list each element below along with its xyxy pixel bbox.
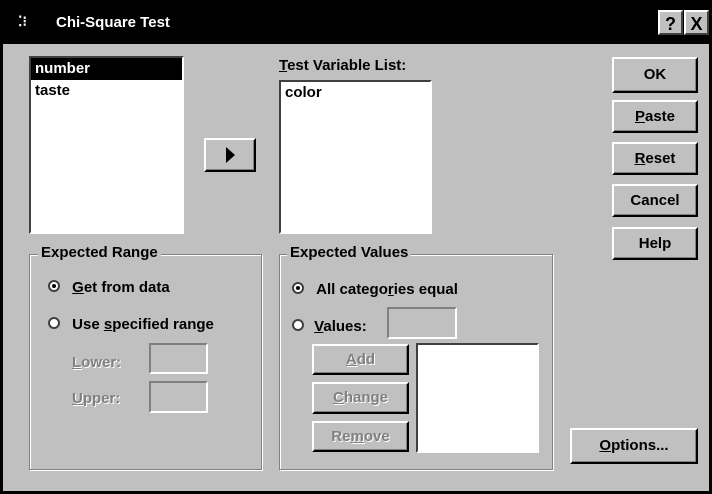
change-button: Change (312, 382, 409, 414)
add-button: Add (312, 344, 409, 375)
list-item[interactable]: taste (31, 80, 182, 102)
system-menu-icon[interactable]: ⁚⁝ (18, 13, 27, 30)
lower-label: Lower: (72, 354, 122, 371)
remove-button: Remove (312, 421, 409, 452)
ok-button[interactable]: OK (612, 57, 698, 93)
arrow-right-icon (226, 147, 235, 163)
expected-values-list[interactable] (416, 343, 539, 453)
paste-button[interactable]: Paste (612, 100, 698, 133)
source-variable-list[interactable]: number taste (29, 56, 184, 234)
values-option[interactable]: Values: (292, 318, 367, 335)
expected-values-legend: Expected Values (287, 244, 412, 261)
use-specified-range-option[interactable]: Use specified range (48, 316, 214, 333)
test-variable-label: Test Variable List: (279, 57, 407, 74)
radio-selected-icon[interactable] (48, 280, 60, 292)
radio-unselected-icon[interactable] (292, 319, 304, 331)
move-variable-button[interactable] (204, 138, 256, 172)
close-icon[interactable]: X (684, 10, 709, 35)
reset-button[interactable]: Reset (612, 142, 698, 175)
all-categories-equal-option[interactable]: All categories equal (292, 281, 458, 298)
cancel-button[interactable]: Cancel (612, 184, 698, 217)
help-button[interactable]: Help (612, 227, 698, 260)
options-button[interactable]: Options... (570, 428, 698, 464)
expected-range-legend: Expected Range (38, 244, 161, 261)
help-title-button[interactable]: ? (658, 10, 683, 35)
list-item[interactable]: number (31, 58, 182, 80)
lower-input[interactable] (149, 343, 208, 374)
window-title: Chi-Square Test (56, 14, 170, 31)
upper-label: Upper: (72, 390, 121, 407)
values-input[interactable] (387, 307, 457, 339)
radio-selected-icon[interactable] (292, 282, 304, 294)
get-from-data-option[interactable]: Get from data (48, 279, 170, 296)
radio-unselected-icon[interactable] (48, 317, 60, 329)
upper-input[interactable] (149, 381, 208, 413)
list-item[interactable]: color (281, 82, 430, 104)
test-variable-list[interactable]: color (279, 80, 432, 234)
